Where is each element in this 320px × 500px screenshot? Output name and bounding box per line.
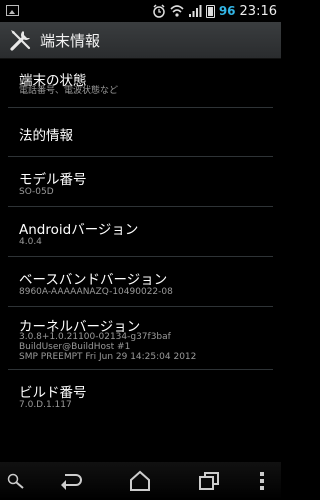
list-item-model-number: モデル番号 SO-05D (0, 157, 281, 206)
search-icon (7, 473, 24, 489)
item-title: モデル番号 (19, 172, 87, 188)
battery-icon (205, 4, 215, 18)
recent-apps-button[interactable] (196, 468, 222, 494)
menu-button[interactable] (253, 468, 271, 494)
item-title: ベースバンドバージョン (19, 272, 168, 288)
back-button[interactable] (58, 468, 84, 494)
item-subtitle: 7.0.D.1.117 (19, 400, 72, 410)
list-item-device-status[interactable]: 端末の状態 電話番号、電波状態など (0, 59, 281, 110)
list-item-build-number: ビルド番号 7.0.D.1.117 (0, 370, 281, 419)
item-subtitle: BuildUser@BuildHost #1 (19, 342, 131, 352)
item-subtitle: 電話番号、電波状態など (19, 86, 119, 96)
status-bar: 96 23:16 (0, 0, 281, 22)
home-icon (130, 470, 150, 491)
item-title: 法的情報 (19, 128, 73, 144)
back-icon (61, 474, 82, 490)
navigation-bar (0, 462, 281, 500)
menu-icon (260, 472, 264, 490)
item-title: ビルド番号 (19, 385, 87, 401)
home-button[interactable] (127, 468, 153, 494)
item-subtitle: 4.0.4 (19, 237, 42, 247)
item-subtitle: 3.0.8+1.0.21100-02134-g37f3baf (19, 332, 171, 342)
list-item-kernel-version: カーネルバージョン 3.0.8+1.0.21100-02134-g37f3baf… (0, 307, 281, 374)
wifi-icon (170, 5, 184, 17)
recent-apps-icon (199, 472, 219, 490)
list-item-baseband-version: ベースバンドバージョン 8960A-AAAAANAZQ-10490022-08 (0, 257, 281, 306)
search-button[interactable] (3, 468, 29, 494)
status-icons: 96 23:16 (152, 2, 277, 20)
page-title: 端末情報 (40, 31, 101, 50)
list-item-android-version[interactable]: Androidバージョン 4.0.4 (0, 207, 281, 256)
item-title: Androidバージョン (19, 222, 139, 238)
item-subtitle: 8960A-AAAAANAZQ-10490022-08 (19, 287, 173, 297)
settings-wrench-icon (10, 30, 31, 51)
signal-icon (188, 5, 202, 17)
action-bar: 端末情報 (0, 22, 281, 59)
clock: 23:16 (239, 3, 277, 19)
item-subtitle: SMP PREEMPT Fri Jun 29 14:25:04 2012 (19, 352, 197, 362)
picture-notification-icon (6, 5, 19, 16)
item-subtitle: SO-05D (19, 187, 54, 197)
alarm-icon (153, 4, 165, 18)
battery-level: 96 (218, 4, 236, 18)
list-item-legal-info[interactable]: 法的情報 (0, 108, 281, 156)
